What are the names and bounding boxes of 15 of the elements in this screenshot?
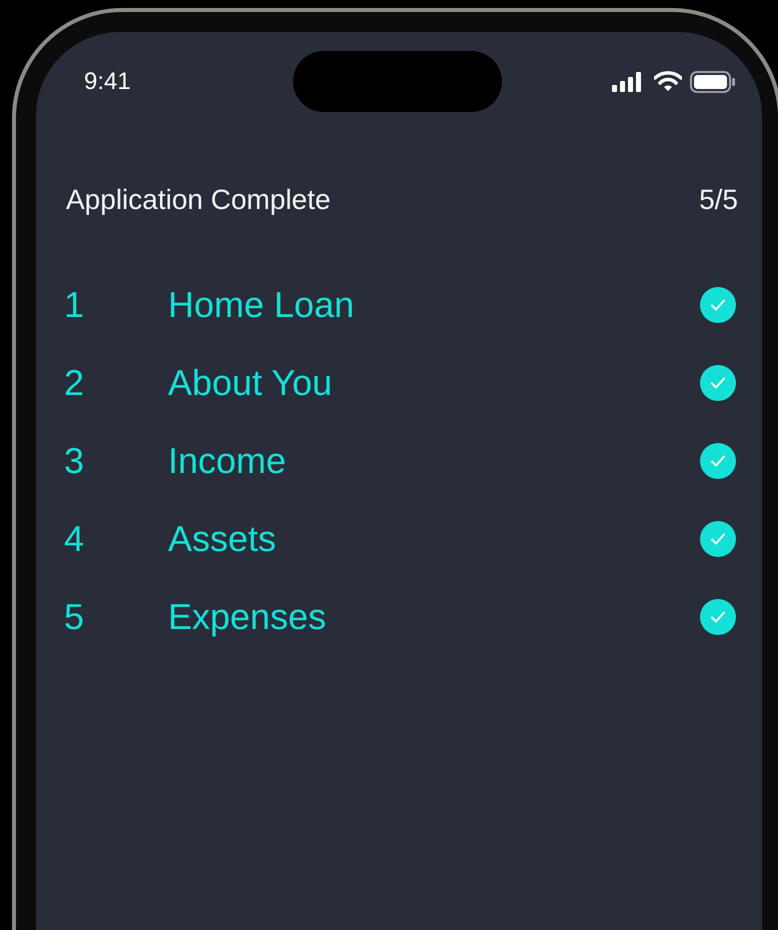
step-label: About You <box>168 362 334 404</box>
wifi-icon <box>654 71 682 92</box>
step-number: 3 <box>64 440 86 482</box>
progress-count: 5/5 <box>699 184 738 216</box>
screen-title: Application Complete <box>66 184 331 216</box>
step-label: Expenses <box>168 596 328 638</box>
step-number: 2 <box>64 362 86 404</box>
step-number: 5 <box>64 596 86 638</box>
step-number: 1 <box>64 284 86 326</box>
status-time: 9:41 <box>84 68 132 96</box>
step-number: 4 <box>64 518 86 560</box>
step-label: Home Loan <box>168 284 356 326</box>
battery-icon <box>690 70 736 92</box>
step-label: Income <box>168 440 288 482</box>
step-label: Assets <box>168 518 278 560</box>
